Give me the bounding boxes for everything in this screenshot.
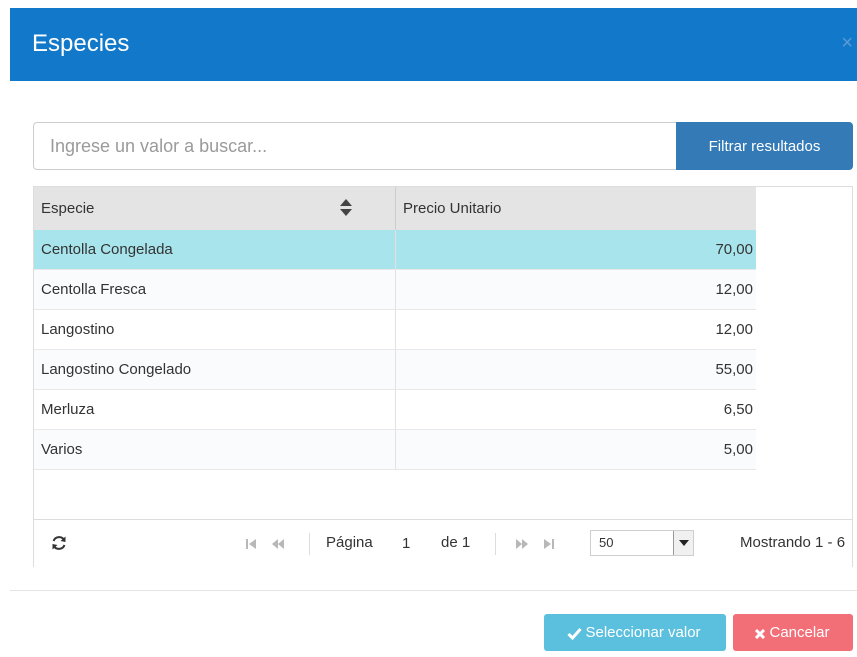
filter-results-button[interactable]: Filtrar resultados <box>676 122 853 170</box>
modal-header: Especies × <box>10 8 857 81</box>
last-page-icon[interactable] <box>540 537 556 551</box>
table-row[interactable]: Langostino 12,00 <box>34 310 756 350</box>
pager-separator <box>309 533 310 555</box>
cancel-label: Cancelar <box>769 624 830 641</box>
cell-especie: Centolla Congelada <box>34 230 396 269</box>
table-row[interactable]: Merluza 6,50 <box>34 390 756 430</box>
cell-especie: Centolla Fresca <box>34 270 396 309</box>
table-row[interactable]: Langostino Congelado 55,00 <box>34 350 756 390</box>
cell-precio: 6,50 <box>723 401 753 418</box>
cell-especie: Varios <box>34 430 396 469</box>
cell-precio: 55,00 <box>715 361 753 378</box>
column-header-label: Precio Unitario <box>403 200 502 217</box>
search-input[interactable] <box>33 122 676 170</box>
modal-title: Especies <box>32 30 130 57</box>
search-row: Filtrar resultados <box>33 122 853 172</box>
table-row[interactable]: Centolla Fresca 12,00 <box>34 270 756 310</box>
page-size-select[interactable]: 50 <box>590 530 694 556</box>
column-header-precio[interactable]: Precio Unitario <box>396 187 756 230</box>
page-label: Página <box>326 534 373 551</box>
cell-especie: Langostino <box>34 310 396 349</box>
check-icon <box>567 628 583 640</box>
species-grid: Especie Precio Unitario Centolla Congela… <box>33 186 853 567</box>
column-header-especie[interactable]: Especie <box>34 187 396 230</box>
grid-body: Centolla Congelada 70,00 Centolla Fresca… <box>34 230 756 470</box>
cell-especie: Langostino Congelado <box>34 350 396 389</box>
column-header-label: Especie <box>41 200 95 217</box>
next-page-icon[interactable] <box>514 537 530 551</box>
table-row[interactable]: Varios 5,00 <box>34 430 756 470</box>
page-count-label: de 1 <box>441 534 471 551</box>
cell-precio: 5,00 <box>723 441 753 458</box>
table-row[interactable]: Centolla Congelada 70,00 <box>34 230 756 270</box>
cancel-button[interactable]: Cancelar <box>733 614 853 651</box>
cell-precio: 12,00 <box>715 321 753 338</box>
times-icon <box>755 628 766 640</box>
refresh-icon[interactable] <box>50 534 68 552</box>
footer-divider <box>10 590 857 591</box>
cell-precio: 12,00 <box>715 281 753 298</box>
grid-pager: Página de 1 50 Mostrando 1 - 6 <box>34 519 852 567</box>
especies-modal: Especies × Filtrar resultados Especie Pr… <box>0 0 857 657</box>
grid-header: Especie Precio Unitario <box>34 187 756 231</box>
select-value-label: Seleccionar valor <box>585 624 701 641</box>
first-page-icon[interactable] <box>244 537 260 551</box>
showing-range-label: Mostrando 1 - 6 <box>740 534 846 551</box>
close-icon[interactable]: × <box>841 32 853 55</box>
page-number-input[interactable] <box>398 531 444 555</box>
sort-icon[interactable] <box>339 197 353 219</box>
pager-separator <box>495 533 496 555</box>
select-value-button[interactable]: Seleccionar valor <box>544 614 726 651</box>
cell-especie: Merluza <box>34 390 396 429</box>
page-size-value: 50 <box>599 535 614 550</box>
cell-precio: 70,00 <box>715 241 753 258</box>
chevron-down-icon[interactable] <box>673 531 693 555</box>
prev-page-icon[interactable] <box>270 537 286 551</box>
